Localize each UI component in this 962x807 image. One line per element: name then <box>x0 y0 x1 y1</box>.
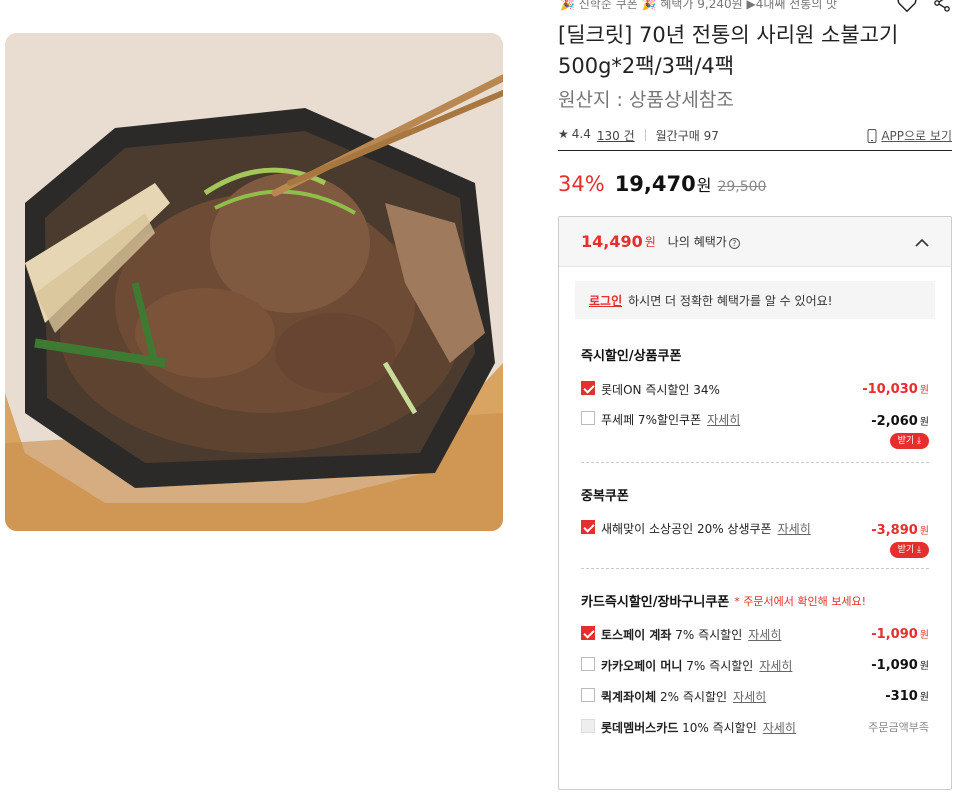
card-discount-amount: -310 원 <box>885 689 929 704</box>
card-checkbox[interactable] <box>581 626 595 640</box>
insufficient-amount-text: 주문금액부족 <box>868 721 929 734</box>
benefit-price: 14,490 <box>581 232 643 251</box>
coupon-label: 롯데ON 즉시할인 34% <box>601 383 720 397</box>
discount-label: 2% 즉시할인 <box>660 690 728 704</box>
card-discount-amount: -1,090 원 <box>871 658 929 673</box>
coupon-download-button[interactable]: 받기 ⤓ <box>889 542 929 558</box>
sale-price: 19,470 <box>614 172 696 196</box>
heart-icon[interactable] <box>896 0 918 14</box>
product-meta: ★ 4.4 130 건 월간구매 97 APP으로 보기 <box>558 127 952 151</box>
coupon-checkbox[interactable] <box>581 520 595 534</box>
card-checkbox[interactable] <box>581 657 595 671</box>
discount-label: 7% 즉시할인 <box>686 659 754 673</box>
card-detail-link[interactable]: 자세히 <box>748 626 781 643</box>
coupon-checkbox[interactable] <box>581 381 595 395</box>
duplicate-coupon-section: 중복쿠폰 새해맞이 소상공인 20% 상생쿠폰 자세히 -3,890 원 받기 ⤓ <box>581 485 929 564</box>
chevron-up-icon[interactable] <box>915 232 929 251</box>
coupon-checkbox[interactable] <box>581 411 595 425</box>
coupon-amount: -3,890 원 <box>871 523 929 538</box>
coupon-amount: -10,030 원 <box>862 382 929 397</box>
section-note: * 주문서에서 확인해 보세요! <box>734 594 866 608</box>
card-detail-link[interactable]: 자세히 <box>733 688 766 705</box>
monthly-purchase: 월간구매 97 <box>655 129 719 143</box>
product-title: [딜크릿] 70년 전통의 사리원 소불고기 500g*2팩/3팩/4팩 <box>558 23 899 78</box>
benefit-price-unit: 원 <box>644 235 656 249</box>
original-price: 29,500 <box>717 179 767 195</box>
mobile-icon <box>867 128 877 143</box>
payment-name: 퀵계좌이체 <box>601 690 657 704</box>
login-link[interactable]: 로그인 <box>589 292 622 309</box>
payment-name: 토스페이 계좌 <box>601 628 672 642</box>
app-view-link[interactable]: APP으로 보기 <box>867 127 952 144</box>
coupon-row: 푸세페 7%할인쿠폰 자세히 -2,060 원 받기 ⤓ <box>581 411 929 455</box>
card-checkbox[interactable] <box>581 688 595 702</box>
payment-name: 카카오페이 머니 <box>601 659 683 673</box>
coupon-detail-link[interactable]: 자세히 <box>778 520 811 537</box>
price-row: 34% 19,470 원 29,500 <box>558 172 766 196</box>
card-discount-section: 카드즉시할인/장바구니쿠폰 * 주문서에서 확인해 보세요! 토스페이 계좌 7… <box>581 591 929 737</box>
card-checkbox-disabled <box>581 719 595 733</box>
card-discount-row: 퀵계좌이체 2% 즉시할인 자세히 -310 원 <box>581 688 929 706</box>
card-discount-row: 롯데멤버스카드 10% 즉시할인 자세히 주문금액부족 <box>581 719 929 737</box>
section-title: 카드즉시할인/장바구니쿠폰 * 주문서에서 확인해 보세요! <box>581 594 866 611</box>
section-divider <box>581 568 929 569</box>
product-origin: 원산지 : 상품상세참조 <box>558 89 734 111</box>
coupon-label: 푸세페 7%할인쿠폰 <box>601 413 702 427</box>
share-icon[interactable] <box>932 0 952 14</box>
instant-discount-section: 즉시할인/상품쿠폰 롯데ON 즉시할인 34% -10,030 원 푸세페 7%할… <box>581 345 929 455</box>
product-detail-page: 🎉 신학순 쿠폰 🎉 혜택가 9,240원 ▶4내쌔 전통의 맛 [딜크릿] 7… <box>0 0 962 807</box>
benefit-label: 나의 혜택가? <box>668 233 740 250</box>
discount-label: 10% 즉시할인 <box>682 721 757 735</box>
coupon-row: 새해맞이 소상공인 20% 상생쿠폰 자세히 -3,890 원 받기 ⤓ <box>581 520 929 564</box>
coupon-row: 롯데ON 즉시할인 34% -10,030 원 <box>581 381 929 399</box>
promo-topline: 🎉 신학순 쿠폰 🎉 혜택가 9,240원 ▶4내쌔 전통의 맛 <box>560 0 838 11</box>
discount-label: 7% 즉시할인 <box>675 628 743 642</box>
help-icon[interactable]: ? <box>728 238 740 249</box>
rating-value: 4.4 <box>571 127 591 141</box>
star-icon: ★ <box>558 127 569 141</box>
price-unit: 원 <box>696 176 712 195</box>
coupon-download-button[interactable]: 받기 ⤓ <box>889 433 929 449</box>
login-notice: 로그인 하시면 더 정확한 혜택가를 알 수 있어요! <box>575 281 935 319</box>
card-discount-row: 카카오페이 머니 7% 즉시할인 자세히 -1,090 원 <box>581 657 929 675</box>
section-title: 즉시할인/상품쿠폰 <box>581 349 682 364</box>
section-title: 중복쿠폰 <box>581 489 629 504</box>
review-count-link[interactable]: 130 건 <box>597 127 635 144</box>
product-image[interactable] <box>5 33 503 531</box>
payment-name: 롯데멤버스카드 <box>601 721 679 735</box>
discount-rate: 34% <box>558 172 605 196</box>
login-notice-text: 하시면 더 정확한 혜택가를 알 수 있어요! <box>628 293 833 308</box>
coupon-amount: -2,060 원 <box>871 414 929 429</box>
card-detail-link[interactable]: 자세히 <box>759 657 792 674</box>
card-discount-row: 토스페이 계좌 7% 즉시할인 자세히 -1,090 원 <box>581 626 929 644</box>
benefit-panel: 14,490 원 나의 혜택가? 로그인 하시면 더 정확한 혜택가를 알 수 … <box>558 216 952 790</box>
coupon-detail-link[interactable]: 자세히 <box>707 411 740 428</box>
top-actions <box>896 0 952 14</box>
meta-divider <box>644 129 646 141</box>
bulgogi-photo <box>5 33 503 531</box>
app-view-label: APP으로 보기 <box>881 129 952 143</box>
card-detail-link[interactable]: 자세히 <box>763 719 796 736</box>
section-divider <box>581 462 929 463</box>
card-discount-amount: -1,090 원 <box>871 627 929 642</box>
coupon-label: 새해맞이 소상공인 20% 상생쿠폰 <box>601 522 772 536</box>
benefit-header[interactable]: 14,490 원 나의 혜택가? <box>559 217 951 267</box>
